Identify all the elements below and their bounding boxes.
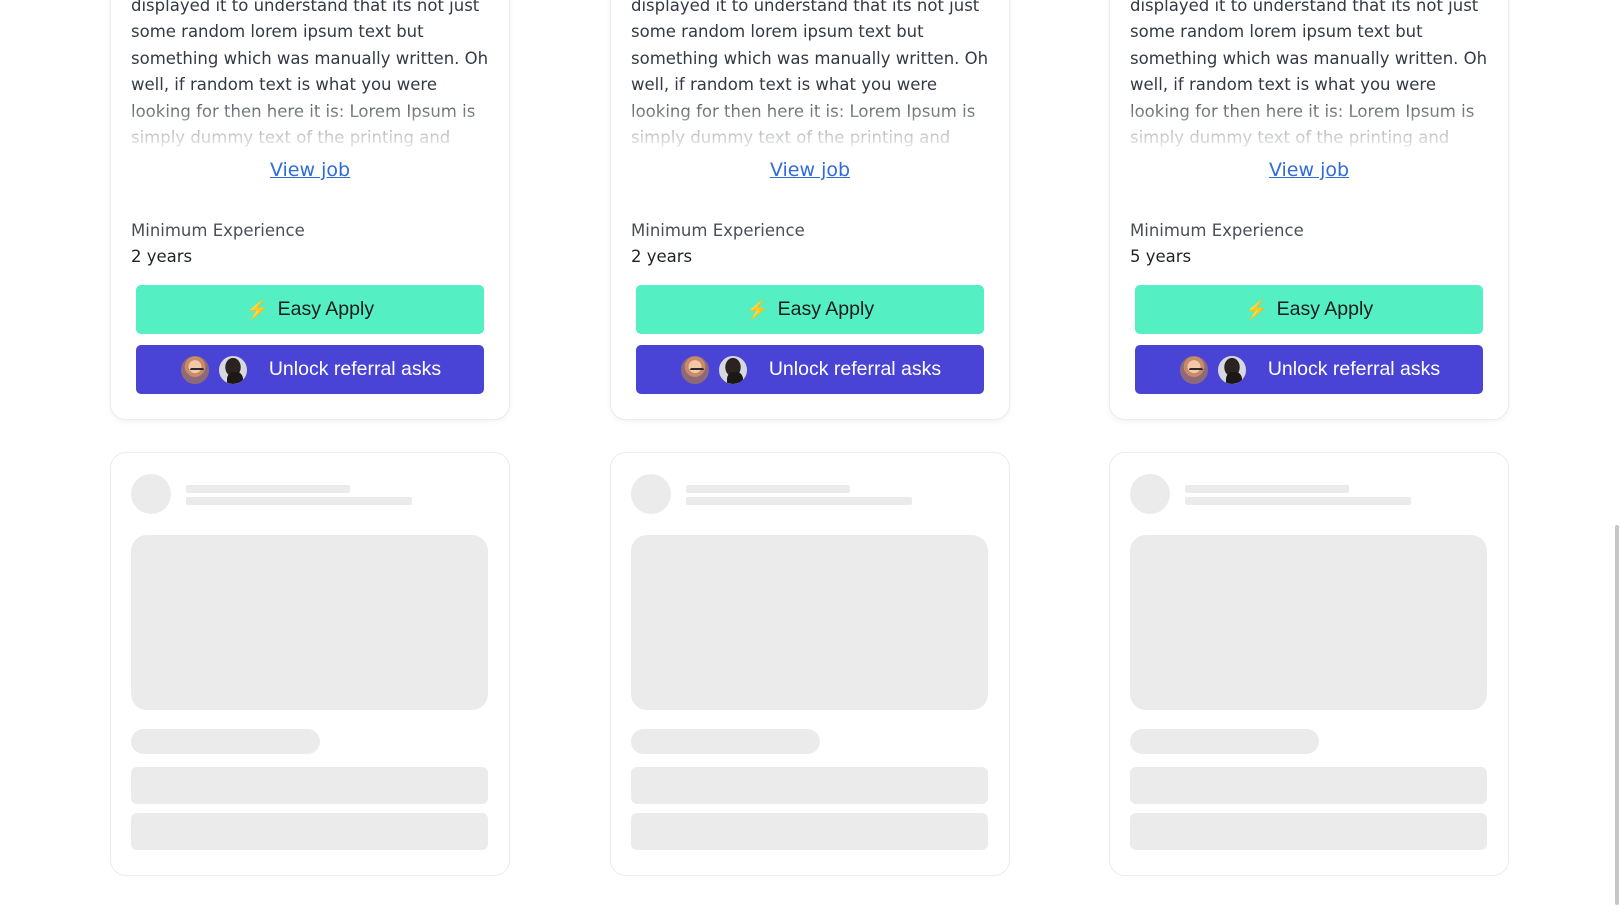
skeleton-button bbox=[131, 813, 488, 850]
skeleton-image bbox=[1130, 535, 1487, 710]
job-description: displayed it to understand that its not … bbox=[131, 0, 489, 155]
lightning-bolt-icon: ⚡ bbox=[745, 299, 770, 321]
skeleton-line bbox=[186, 497, 412, 505]
easy-apply-button[interactable]: ⚡ Easy Apply bbox=[136, 285, 484, 334]
easy-apply-label: Easy Apply bbox=[277, 298, 375, 320]
job-description: displayed it to understand that its not … bbox=[631, 0, 989, 155]
avatar bbox=[1215, 353, 1248, 386]
skeleton-line bbox=[686, 485, 850, 493]
avatar bbox=[178, 353, 211, 386]
job-description-container: displayed it to understand that its not … bbox=[631, 0, 993, 155]
min-experience-label: Minimum Experience bbox=[631, 221, 805, 240]
lightning-bolt-icon: ⚡ bbox=[1244, 299, 1269, 321]
referrer-avatars bbox=[178, 353, 249, 386]
skeleton-button bbox=[131, 767, 488, 804]
skeleton-pill bbox=[131, 729, 320, 754]
job-description: displayed it to understand that its not … bbox=[1130, 0, 1488, 155]
view-job-link[interactable]: View job bbox=[111, 159, 509, 181]
unlock-referral-button[interactable]: Unlock referral asks bbox=[136, 345, 484, 394]
job-description-container: displayed it to understand that its not … bbox=[1130, 0, 1492, 155]
skeleton-image bbox=[131, 535, 488, 710]
skeleton-avatar bbox=[131, 474, 171, 514]
skeleton-avatar bbox=[631, 474, 671, 514]
job-card: displayed it to understand that its not … bbox=[110, 0, 510, 420]
unlock-referral-label: Unlock referral asks bbox=[768, 358, 942, 380]
view-job-link[interactable]: View job bbox=[1110, 159, 1508, 181]
avatar bbox=[1177, 353, 1210, 386]
skeleton-button bbox=[631, 767, 988, 804]
skeleton-button bbox=[631, 813, 988, 850]
unlock-referral-button[interactable]: Unlock referral asks bbox=[636, 345, 984, 394]
skeleton-button bbox=[1130, 767, 1487, 804]
skeleton-line bbox=[186, 485, 350, 493]
easy-apply-button[interactable]: ⚡ Easy Apply bbox=[1135, 285, 1483, 334]
unlock-referral-label: Unlock referral asks bbox=[1267, 358, 1441, 380]
skeleton-line bbox=[686, 497, 912, 505]
avatar bbox=[716, 353, 749, 386]
job-card: displayed it to understand that its not … bbox=[1109, 0, 1509, 420]
avatar bbox=[678, 353, 711, 386]
skeleton-card bbox=[110, 452, 510, 876]
view-job-link[interactable]: View job bbox=[611, 159, 1009, 181]
job-listings-page: displayed it to understand that its not … bbox=[0, 0, 1621, 923]
unlock-referral-label: Unlock referral asks bbox=[268, 358, 442, 380]
easy-apply-button[interactable]: ⚡ Easy Apply bbox=[636, 285, 984, 334]
skeleton-button bbox=[1130, 813, 1487, 850]
skeleton-line bbox=[1185, 497, 1411, 505]
min-experience-value: 5 years bbox=[1130, 247, 1192, 266]
page-scrollbar[interactable] bbox=[1612, 0, 1621, 923]
min-experience-value: 2 years bbox=[131, 247, 193, 266]
skeleton-avatar bbox=[1130, 474, 1170, 514]
job-card: displayed it to understand that its not … bbox=[610, 0, 1010, 420]
skeleton-pill bbox=[1130, 729, 1319, 754]
skeleton-image bbox=[631, 535, 988, 710]
unlock-referral-button[interactable]: Unlock referral asks bbox=[1135, 345, 1483, 394]
easy-apply-label: Easy Apply bbox=[1276, 298, 1374, 320]
min-experience-value: 2 years bbox=[631, 247, 693, 266]
skeleton-pill bbox=[631, 729, 820, 754]
skeleton-card bbox=[1109, 452, 1509, 876]
referrer-avatars bbox=[1177, 353, 1248, 386]
scrollbar-thumb[interactable] bbox=[1615, 525, 1619, 905]
referrer-avatars bbox=[678, 353, 749, 386]
skeleton-line bbox=[1185, 485, 1349, 493]
easy-apply-label: Easy Apply bbox=[777, 298, 875, 320]
lightning-bolt-icon: ⚡ bbox=[245, 299, 270, 321]
job-description-container: displayed it to understand that its not … bbox=[131, 0, 493, 155]
skeleton-card bbox=[610, 452, 1010, 876]
min-experience-label: Minimum Experience bbox=[1130, 221, 1304, 240]
avatar bbox=[216, 353, 249, 386]
min-experience-label: Minimum Experience bbox=[131, 221, 305, 240]
